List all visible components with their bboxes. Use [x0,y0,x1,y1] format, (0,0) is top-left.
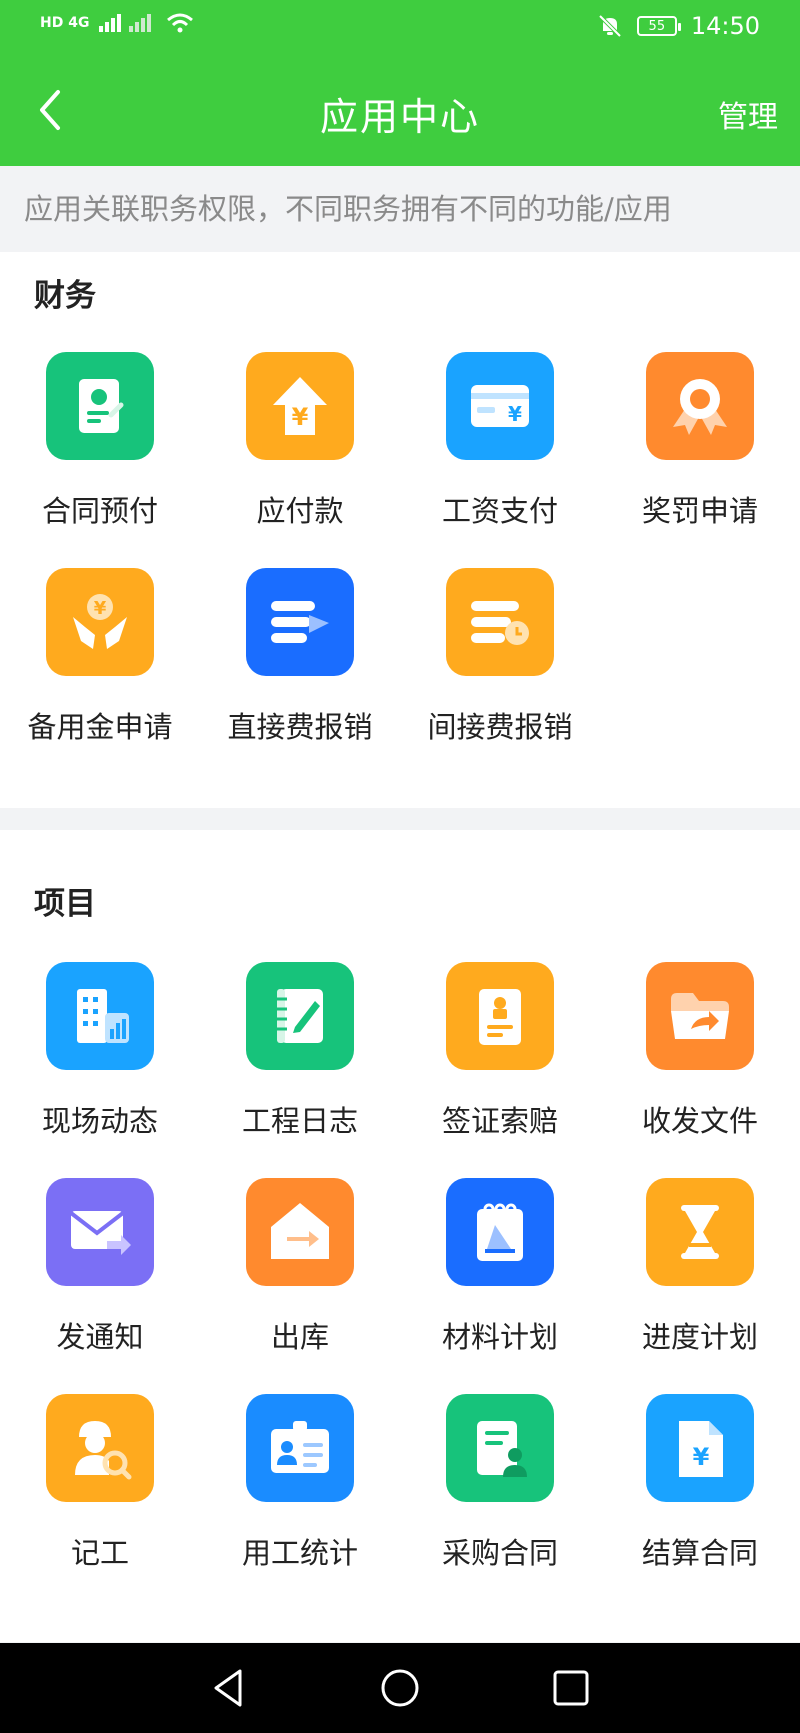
mail-send-icon [46,1178,154,1286]
battery-icon: 55 [636,16,681,36]
network-indicators: HD 4G [40,12,195,34]
app-petty-cash[interactable]: ¥ 备用金申请 [0,568,200,784]
app-project-log[interactable]: 工程日志 [200,962,400,1178]
app-label: 工程日志 [241,1104,358,1138]
stamp-doc-icon [446,962,554,1070]
settlement-doc-icon: ¥ [646,1394,754,1502]
app-contract-prepay[interactable]: 合同预付 [0,352,200,568]
app-label: 进度计划 [641,1320,758,1354]
direct-reimburse-icon [246,568,354,676]
notebook-icon [246,962,354,1070]
app-work-record[interactable]: 记工 [0,1394,200,1610]
app-label: 签证索赔 [441,1104,558,1138]
app-label: 备用金申请 [27,710,173,744]
finance-section: 财务 合同预付 ¥ 应付款 ¥ 工资支付 奖罚申请 ¥ 备用金申请 直接费报销 … [0,252,800,808]
section-title-finance: 财务 [34,278,96,314]
finance-app-grid: 合同预付 ¥ 应付款 ¥ 工资支付 奖罚申请 ¥ 备用金申请 直接费报销 间接费… [0,352,800,784]
warehouse-out-icon [246,1178,354,1286]
svg-text:¥: ¥ [693,1443,710,1471]
app-send-receive-files[interactable]: 收发文件 [600,962,800,1178]
app-settlement-contract[interactable]: ¥ 结算合同 [600,1394,800,1610]
network-label: HD 4G [40,15,90,31]
app-award-penalty[interactable]: 奖罚申请 [600,352,800,568]
app-label: 用工统计 [241,1536,358,1570]
indirect-reimburse-icon [446,568,554,676]
building-stats-icon [46,962,154,1070]
app-schedule-plan[interactable]: 进度计划 [600,1178,800,1394]
app-label: 现场动态 [41,1104,158,1138]
permission-notice: 应用关联职务权限，不同职务拥有不同的功能/应用 [0,166,800,252]
app-purchase-contract[interactable]: 采购合同 [400,1394,600,1610]
svg-text:¥: ¥ [292,403,309,431]
app-label: 应付款 [256,494,344,528]
status-right: 55 14:50 [597,12,760,40]
app-label: 结算合同 [641,1536,758,1570]
status-bar: HD 4G 55 14:50 [0,0,800,56]
award-icon [646,352,754,460]
payable-icon: ¥ [246,352,354,460]
salary-card-icon: ¥ [446,352,554,460]
app-label: 记工 [70,1536,129,1570]
app-direct-reimburse[interactable]: 直接费报销 [200,568,400,784]
app-send-notice[interactable]: 发通知 [0,1178,200,1394]
material-plan-icon [446,1178,554,1286]
app-outbound[interactable]: 出库 [200,1178,400,1394]
app-label: 出库 [270,1320,329,1354]
app-indirect-reimburse[interactable]: 间接费报销 [400,568,600,784]
app-salary-payment[interactable]: ¥ 工资支付 [400,352,600,568]
app-label: 间接费报销 [427,710,573,744]
section-title-project: 项目 [34,886,96,922]
top-bar: HD 4G 55 14:50 应用中心 管理 [0,0,800,166]
petty-cash-icon: ¥ [46,568,154,676]
app-material-plan[interactable]: 材料计划 [400,1178,600,1394]
project-app-grid: 现场动态 工程日志 签证索赔 收发文件 发通知 出库 材料计划 进度计划 记工 … [0,962,800,1610]
purchase-contract-icon [446,1394,554,1502]
app-label: 直接费报销 [227,710,373,744]
worker-search-icon [46,1394,154,1502]
app-site-updates[interactable]: 现场动态 [0,962,200,1178]
nav-header: 应用中心 管理 [0,56,800,166]
nav-back-icon[interactable] [206,1665,252,1711]
app-label: 收发文件 [641,1104,758,1138]
contract-prepay-icon [46,352,154,460]
app-label: 合同预付 [41,494,158,528]
app-label: 发通知 [56,1320,144,1354]
app-center-page: HD 4G 55 14:50 应用中心 管理 应用关联职务权限，不同职务拥有不同… [0,0,800,1733]
app-visa-claim[interactable]: 签证索赔 [400,962,600,1178]
manage-button[interactable]: 管理 [718,92,778,136]
app-label: 采购合同 [441,1536,558,1570]
wifi-icon [167,13,194,33]
app-label: 工资支付 [441,494,558,528]
app-labor-stats[interactable]: 用工统计 [200,1394,400,1610]
page-title: 应用中心 [319,95,480,139]
app-label: 材料计划 [441,1320,558,1354]
app-label: 奖罚申请 [641,494,758,528]
nav-recents-icon[interactable] [548,1665,594,1711]
nav-home-icon[interactable] [377,1665,423,1711]
svg-text:¥: ¥ [94,598,107,619]
id-card-icon [246,1394,354,1502]
svg-text:¥: ¥ [508,402,522,426]
mute-bell-icon [598,14,622,38]
app-payable[interactable]: ¥ 应付款 [200,352,400,568]
signal-icon [99,14,152,32]
clock: 14:50 [690,12,760,40]
hourglass-icon [646,1178,754,1286]
project-section: 项目 现场动态 工程日志 签证索赔 收发文件 发通知 出库 材料计划 进度计划 … [0,830,800,1642]
folder-share-icon [646,962,754,1070]
system-nav-bar [0,1643,800,1733]
